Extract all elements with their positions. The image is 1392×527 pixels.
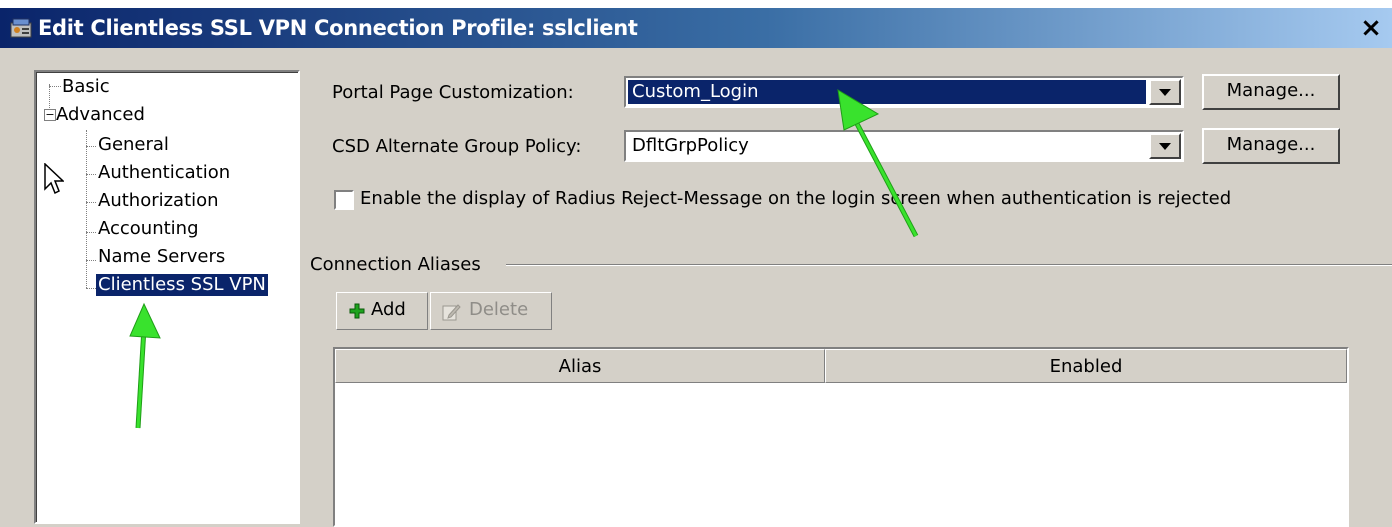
tree-line [86, 288, 96, 289]
portal-customization-value: Custom_Login [628, 80, 1146, 104]
tree-line [86, 202, 96, 203]
delete-icon [442, 304, 461, 321]
tree-item-authentication[interactable]: Authentication [98, 162, 230, 184]
close-button[interactable]: × [1354, 12, 1388, 44]
tree-line [86, 130, 87, 288]
navigation-tree: Basic − Advanced General Authentication … [34, 70, 300, 524]
title-bar: Edit Clientless SSL VPN Connection Profi… [0, 8, 1392, 48]
tree-item-name-servers[interactable]: Name Servers [98, 246, 225, 268]
add-button[interactable]: Add [336, 292, 428, 330]
profile-icon [10, 18, 32, 38]
add-label: Add [371, 299, 406, 320]
tree-item-basic[interactable]: Basic [62, 76, 110, 98]
tree-item-advanced[interactable]: Advanced [56, 104, 145, 126]
radius-reject-checkbox[interactable] [334, 190, 354, 210]
tree-item-accounting[interactable]: Accounting [98, 218, 199, 240]
radius-reject-label: Enable the display of Radius Reject-Mess… [360, 188, 1232, 209]
mouse-pointer-icon [44, 163, 64, 195]
tree-line [86, 174, 96, 175]
portal-customization-select[interactable]: Custom_Login [624, 76, 1184, 108]
delete-button[interactable]: Delete [430, 292, 552, 330]
manage-csd-button[interactable]: Manage... [1202, 128, 1340, 164]
top-strip [0, 0, 1392, 8]
group-divider [506, 264, 1392, 266]
tree-line [86, 232, 96, 233]
aliases-table: Alias Enabled [333, 347, 1349, 527]
csd-group-policy-label: CSD Alternate Group Policy: [332, 136, 582, 157]
csd-group-policy-select[interactable]: DfltGrpPolicy [624, 130, 1184, 162]
tree-item-clientless-ssl-vpn[interactable]: Clientless SSL VPN [96, 274, 268, 296]
manage-portal-button[interactable]: Manage... [1202, 74, 1340, 110]
delete-label: Delete [469, 299, 529, 320]
tree-item-general[interactable]: General [98, 134, 169, 156]
portal-customization-label: Portal Page Customization: [332, 82, 574, 103]
chevron-down-icon[interactable] [1149, 79, 1181, 105]
tree-line [49, 86, 61, 87]
column-header-alias[interactable]: Alias [335, 349, 825, 383]
connection-aliases-label: Connection Aliases [310, 254, 481, 275]
column-header-enabled[interactable]: Enabled [825, 349, 1347, 383]
collapse-icon[interactable]: − [44, 109, 56, 121]
chevron-down-icon[interactable] [1149, 133, 1181, 159]
add-icon [349, 303, 365, 319]
tree-item-authorization[interactable]: Authorization [98, 190, 219, 212]
annotation-arrow-portal [837, 89, 919, 238]
tree-line [86, 146, 96, 147]
csd-group-policy-value: DfltGrpPolicy [632, 135, 749, 156]
tree-line [86, 260, 96, 261]
window-title: Edit Clientless SSL VPN Connection Profi… [38, 16, 638, 40]
